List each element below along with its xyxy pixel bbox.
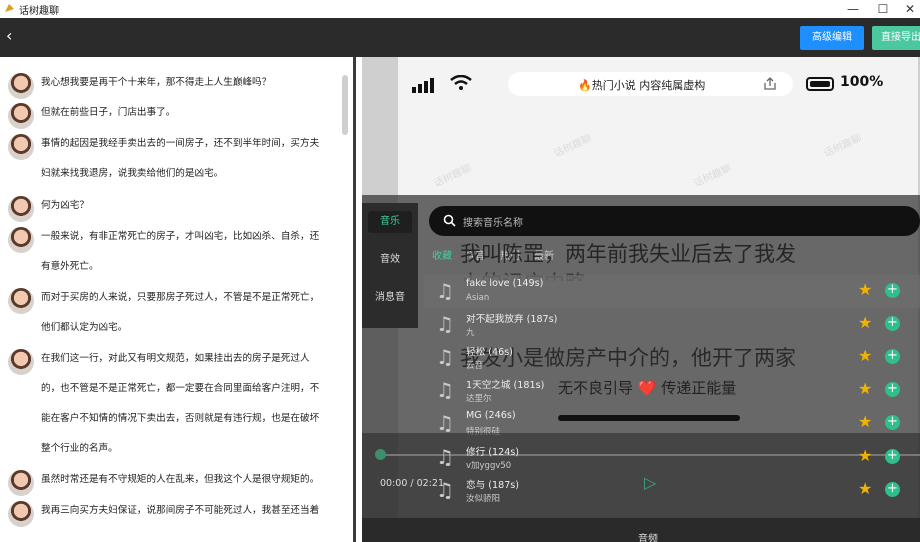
close-button[interactable]: ✕	[900, 1, 920, 17]
star-icon[interactable]: ★	[858, 380, 872, 398]
song-item[interactable]: ♫ 修行 (124s) v加yggv50 ★ +	[424, 441, 920, 474]
music-note-icon: ♫	[436, 279, 454, 303]
minimize-button[interactable]: —	[843, 1, 863, 17]
tab-favorites[interactable]: 收藏	[432, 247, 452, 262]
music-picker: 音乐 音效 消息音 搜索音乐名称 收藏 抖音 热门 最新 我叫陈罡，两年前我失业…	[362, 195, 920, 542]
app-logo-icon	[5, 4, 14, 12]
star-icon[interactable]: ★	[858, 480, 872, 498]
add-icon[interactable]: +	[885, 283, 900, 298]
music-note-icon: ♫	[436, 411, 454, 435]
back-icon[interactable]: ‹	[6, 28, 12, 44]
song-artist: v加yggv50	[466, 461, 512, 471]
category-message-tones[interactable]: 消息音	[368, 287, 412, 309]
window-title: 话树趣聊	[19, 6, 59, 17]
add-icon[interactable]: +	[885, 482, 900, 497]
scrollbar[interactable]	[342, 75, 348, 135]
signal-icon	[412, 87, 416, 93]
song-item[interactable]: ♫ 轻松 (46s) 云音 ★ +	[424, 341, 920, 374]
music-note-icon: ♫	[436, 478, 454, 502]
toolbar: ‹ 高级编辑 直接导出	[0, 18, 920, 57]
phone-status-bar: 🔥热门小说 内容纯属虚构 100%	[398, 69, 920, 99]
status-title-pill: 🔥热门小说 内容纯属虚构	[508, 72, 793, 96]
avatar	[8, 227, 34, 253]
message-text: 我再三向买方夫妇保证，说那间房子不可能死过人，我甚至还当着	[41, 505, 320, 516]
add-icon[interactable]: +	[885, 382, 900, 397]
status-title: 🔥热门小说 内容纯属虚构	[578, 79, 706, 92]
battery-percent: 100%	[840, 74, 884, 90]
song-item[interactable]: ♫ 恋与 (187s) 汝似骄阳 ★ +	[424, 474, 920, 507]
avatar	[8, 103, 34, 129]
add-icon[interactable]: +	[885, 449, 900, 464]
avatar	[8, 288, 34, 314]
add-icon[interactable]: +	[885, 415, 900, 430]
message-text: 但就在前些日子，门店出事了。	[41, 107, 176, 118]
add-icon[interactable]: +	[885, 349, 900, 364]
song-artist: 达里尔	[466, 394, 492, 404]
category-list: 音乐 音效 消息音	[362, 203, 418, 328]
wifi-icon	[450, 75, 472, 90]
bottom-label: 音频	[638, 534, 658, 542]
message-text: 何为凶宅？	[41, 200, 89, 211]
search-placeholder: 搜索音乐名称	[463, 218, 523, 229]
song-item[interactable]: ♫ 对不起我放弃 (187s) 九 ★ +	[424, 308, 920, 341]
music-search-input[interactable]: 搜索音乐名称	[429, 206, 920, 236]
chat-panel: 我心想我要是再干个十来年，那不得走上人生巅峰吗？ 但就在前些日子，门店出事了。 …	[0, 57, 356, 542]
category-sound-effects[interactable]: 音效	[368, 249, 412, 271]
star-icon[interactable]: ★	[858, 281, 872, 299]
song-name: fake love (149s)	[466, 278, 544, 289]
star-icon[interactable]: ★	[858, 413, 872, 431]
song-artist: 九	[466, 328, 475, 338]
avatar	[8, 470, 34, 496]
direct-export-button[interactable]: 直接导出	[872, 26, 920, 50]
battery-icon	[806, 77, 834, 91]
star-icon[interactable]: ★	[858, 314, 872, 332]
share-icon[interactable]	[763, 77, 777, 91]
message-text: 一般来说，有非正常死亡的房子，才叫凶宅，比如凶杀、自杀，还 有意外死亡。	[41, 231, 320, 272]
bottom-bar: 音频	[362, 518, 920, 542]
progress-handle[interactable]	[375, 449, 386, 460]
avatar	[8, 73, 34, 99]
music-note-icon: ♫	[436, 378, 454, 402]
avatar	[8, 134, 34, 160]
music-note-icon: ♫	[436, 345, 454, 369]
song-name: 1天空之城 (181s)	[466, 380, 545, 391]
song-name: 恋与 (187s)	[466, 480, 520, 491]
song-item[interactable]: ♫ fake love (149s) Asian ★ +	[424, 275, 920, 308]
song-name: 对不起我放弃 (187s)	[466, 314, 558, 325]
song-artist: Asian	[466, 293, 490, 303]
song-artist: 汝似骄阳	[466, 494, 501, 504]
star-icon[interactable]: ★	[858, 347, 872, 365]
message-text: 在我们这一行，对此又有明文规范，如果挂出去的房子是死过人 的，也不管是不是正常死亡…	[41, 353, 320, 454]
category-music[interactable]: 音乐	[368, 211, 412, 233]
star-icon[interactable]: ★	[858, 447, 872, 465]
song-name: MG (246s)	[466, 410, 516, 421]
message-text: 而对于买房的人来说，只要那房子死过人，不管是不是正常死亡， 他们都认定为凶宅。	[41, 292, 320, 333]
song-artist: 云音	[466, 361, 484, 371]
slogan: 无不良引导 ❤️ 传递正能量	[558, 379, 737, 397]
avatar	[8, 349, 34, 375]
avatar	[8, 196, 34, 222]
maximize-button[interactable]: ☐	[873, 1, 893, 17]
title-bar: 话树趣聊 — ☐ ✕	[0, 0, 920, 18]
song-name: 修行 (124s)	[466, 447, 520, 458]
message-text: 事情的起因是我经手卖出去的一间房子，还不到半年时间，买方夫 妇就来找我退房，说我卖…	[41, 138, 320, 179]
message-text: 虽然时常还是有不守规矩的人在乱来，但我这个人是很守规矩的。	[41, 474, 320, 485]
advanced-edit-button[interactable]: 高级编辑	[800, 26, 864, 50]
message-text: 我心想我要是再干个十来年，那不得走上人生巅峰吗？	[41, 77, 272, 88]
avatar	[8, 501, 34, 527]
song-name: 轻松 (46s)	[466, 347, 513, 358]
preview-area: 话树趣聊 话树趣聊 话树趣聊 话树趣聊 🔥热门小说 内容纯属虚构 100% 音乐…	[362, 57, 920, 542]
story-text-line: 我叫陈罡，两年前我失业后去了我发	[460, 242, 796, 266]
search-icon	[443, 214, 456, 227]
music-note-icon: ♫	[436, 312, 454, 336]
music-note-icon: ♫	[436, 445, 454, 469]
add-icon[interactable]: +	[885, 316, 900, 331]
